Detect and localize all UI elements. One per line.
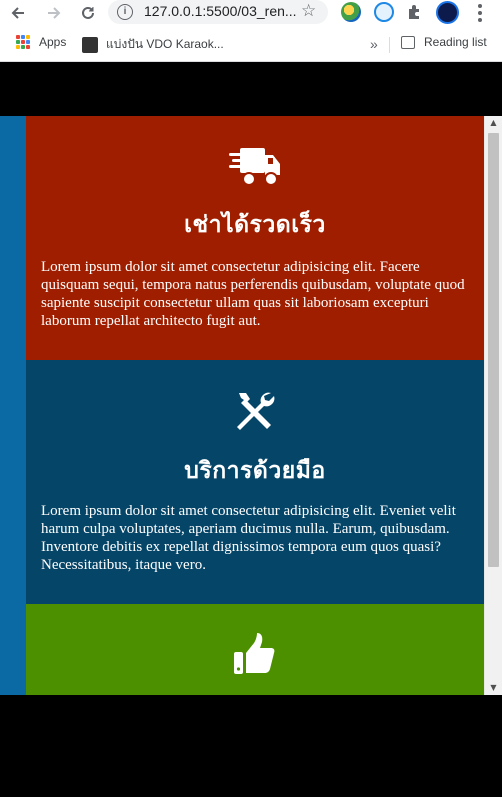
page-scrollbar[interactable]: ▲ ▼ xyxy=(484,116,502,695)
bookmark-karaoke[interactable]: แบ่งปัน VDO Karaok... xyxy=(82,35,224,54)
bookmark-apps[interactable]: Apps xyxy=(16,35,66,49)
apps-grid-icon xyxy=(16,35,30,49)
url-text: 127.0.0.1:5500/03_ren... xyxy=(144,3,297,19)
browser-menu-icon[interactable] xyxy=(478,4,482,22)
reload-icon xyxy=(82,6,94,19)
extensions-puzzle-icon[interactable] xyxy=(404,2,424,22)
truck-fast-icon xyxy=(229,148,280,186)
browser-toolbar: i 127.0.0.1:5500/03_ren... ☆ xyxy=(0,0,502,28)
card-title: เช่าได้รวดเร็ว xyxy=(184,212,326,238)
feature-card-fast-rental: เช่าได้รวดเร็ว Lorem ipsum dolor sit ame… xyxy=(26,116,484,360)
feature-card-thumbs-up xyxy=(26,604,484,695)
bookmarks-overflow-button[interactable]: » xyxy=(370,36,378,52)
thumbs-up-icon xyxy=(234,633,275,674)
extension-globe-icon[interactable] xyxy=(341,2,361,22)
reading-list-button[interactable]: Reading list xyxy=(401,35,487,49)
tools-icon xyxy=(237,392,275,430)
bookmark-label: Apps xyxy=(39,35,67,49)
bookmarks-bar: Apps แบ่งปัน VDO Karaok... » Reading lis… xyxy=(0,28,502,62)
scroll-up-arrow-icon[interactable]: ▲ xyxy=(485,116,502,130)
reload-button[interactable] xyxy=(78,3,98,23)
reading-list-icon xyxy=(401,35,415,49)
accent-strip xyxy=(0,116,26,695)
reading-list-label: Reading list xyxy=(424,35,487,49)
info-icon[interactable]: i xyxy=(117,4,133,20)
back-button[interactable] xyxy=(8,3,28,23)
card-description: Lorem ipsum dolor sit amet consectetur a… xyxy=(41,503,456,573)
card-description: Lorem ipsum dolor sit amet consectetur a… xyxy=(41,259,465,329)
page-viewport: เช่าได้รวดเร็ว Lorem ipsum dolor sit ame… xyxy=(0,63,502,695)
karaoke-favicon xyxy=(82,36,98,53)
star-icon[interactable]: ☆ xyxy=(301,1,316,21)
address-bar[interactable]: i 127.0.0.1:5500/03_ren... ☆ xyxy=(108,0,328,24)
forward-arrow-icon xyxy=(48,7,61,19)
profile-avatar[interactable] xyxy=(436,1,459,24)
back-arrow-icon xyxy=(11,7,24,19)
forward-button[interactable] xyxy=(44,3,64,23)
card-title: บริการด้วยมือ xyxy=(184,458,326,484)
scroll-down-arrow-icon[interactable]: ▼ xyxy=(485,681,502,695)
scrollbar-thumb[interactable] xyxy=(488,133,499,567)
bookmark-label: แบ่งปัน VDO Karaok... xyxy=(106,37,224,51)
extension-blue-icon[interactable] xyxy=(374,2,394,22)
feature-card-hand-service: บริการด้วยมือ Lorem ipsum dolor sit amet… xyxy=(26,360,484,604)
bookmarks-divider xyxy=(389,37,390,53)
